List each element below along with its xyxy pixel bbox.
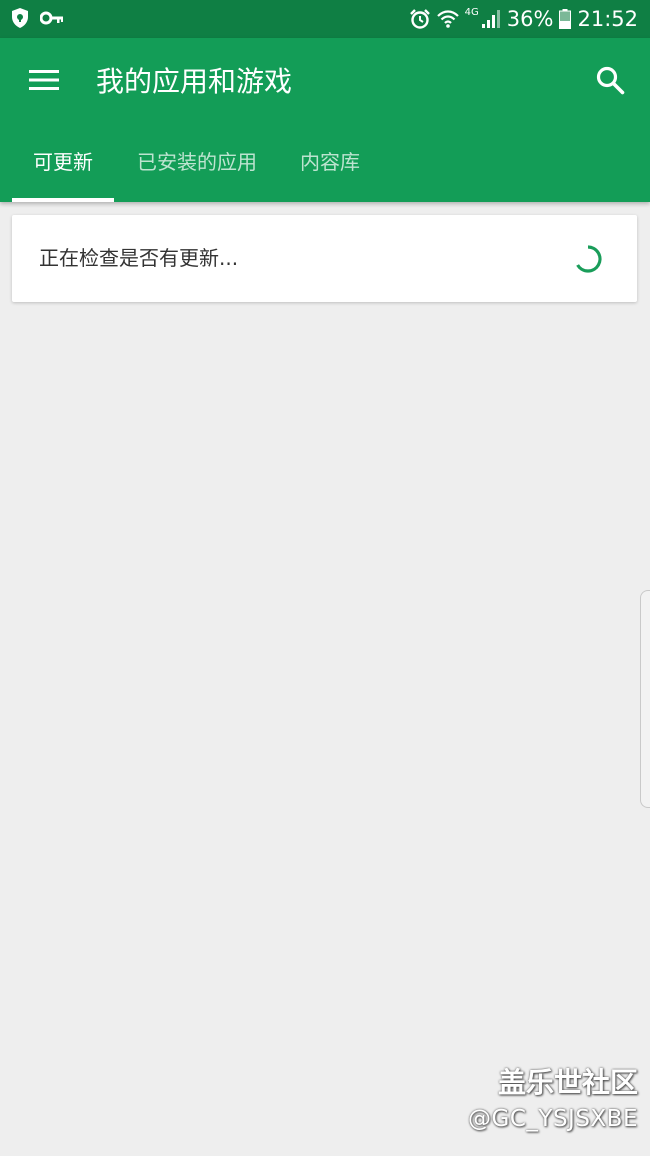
tab-installed[interactable]: 已安装的应用 xyxy=(126,136,268,202)
watermark-brand: 盖乐世社区 xyxy=(497,1066,638,1099)
status-left-icons xyxy=(10,7,64,29)
tab-library[interactable]: 内容库 xyxy=(288,136,372,202)
wifi-icon xyxy=(436,9,459,29)
alarm-icon xyxy=(409,8,431,30)
status-right-icons: 4G 36% 21:52 xyxy=(409,0,638,38)
status-bar: 4G 36% 21:52 xyxy=(0,0,650,38)
signal-icon xyxy=(481,9,501,29)
clock: 21:52 xyxy=(577,7,638,31)
watermark: 盖乐世社区 @GC_YSJSXBE xyxy=(468,1064,638,1136)
tab-indicator xyxy=(12,198,114,202)
battery-icon xyxy=(559,9,572,29)
battery-percent: 36% xyxy=(506,7,554,31)
watermark-user: @GC_YSJSXBE xyxy=(468,1106,638,1132)
search-icon xyxy=(595,65,625,99)
page-title: 我的应用和游戏 xyxy=(96,65,293,98)
tab-bar: 可更新 已安装的应用 内容库 xyxy=(0,136,650,202)
menu-icon xyxy=(28,68,60,96)
key-icon xyxy=(40,10,64,26)
search-button[interactable] xyxy=(588,60,632,104)
update-status-card: 正在检查是否有更新... xyxy=(12,215,637,302)
app-bar: 我的应用和游戏 可更新 已安装的应用 内容库 xyxy=(0,38,650,202)
shield-icon xyxy=(10,7,30,29)
edge-panel-handle[interactable] xyxy=(640,590,650,808)
loading-spinner-icon xyxy=(573,244,603,274)
network-type: 4G xyxy=(464,6,479,18)
menu-button[interactable] xyxy=(22,62,66,102)
tab-updates[interactable]: 可更新 xyxy=(12,136,114,202)
update-status-message: 正在检查是否有更新... xyxy=(39,246,239,270)
